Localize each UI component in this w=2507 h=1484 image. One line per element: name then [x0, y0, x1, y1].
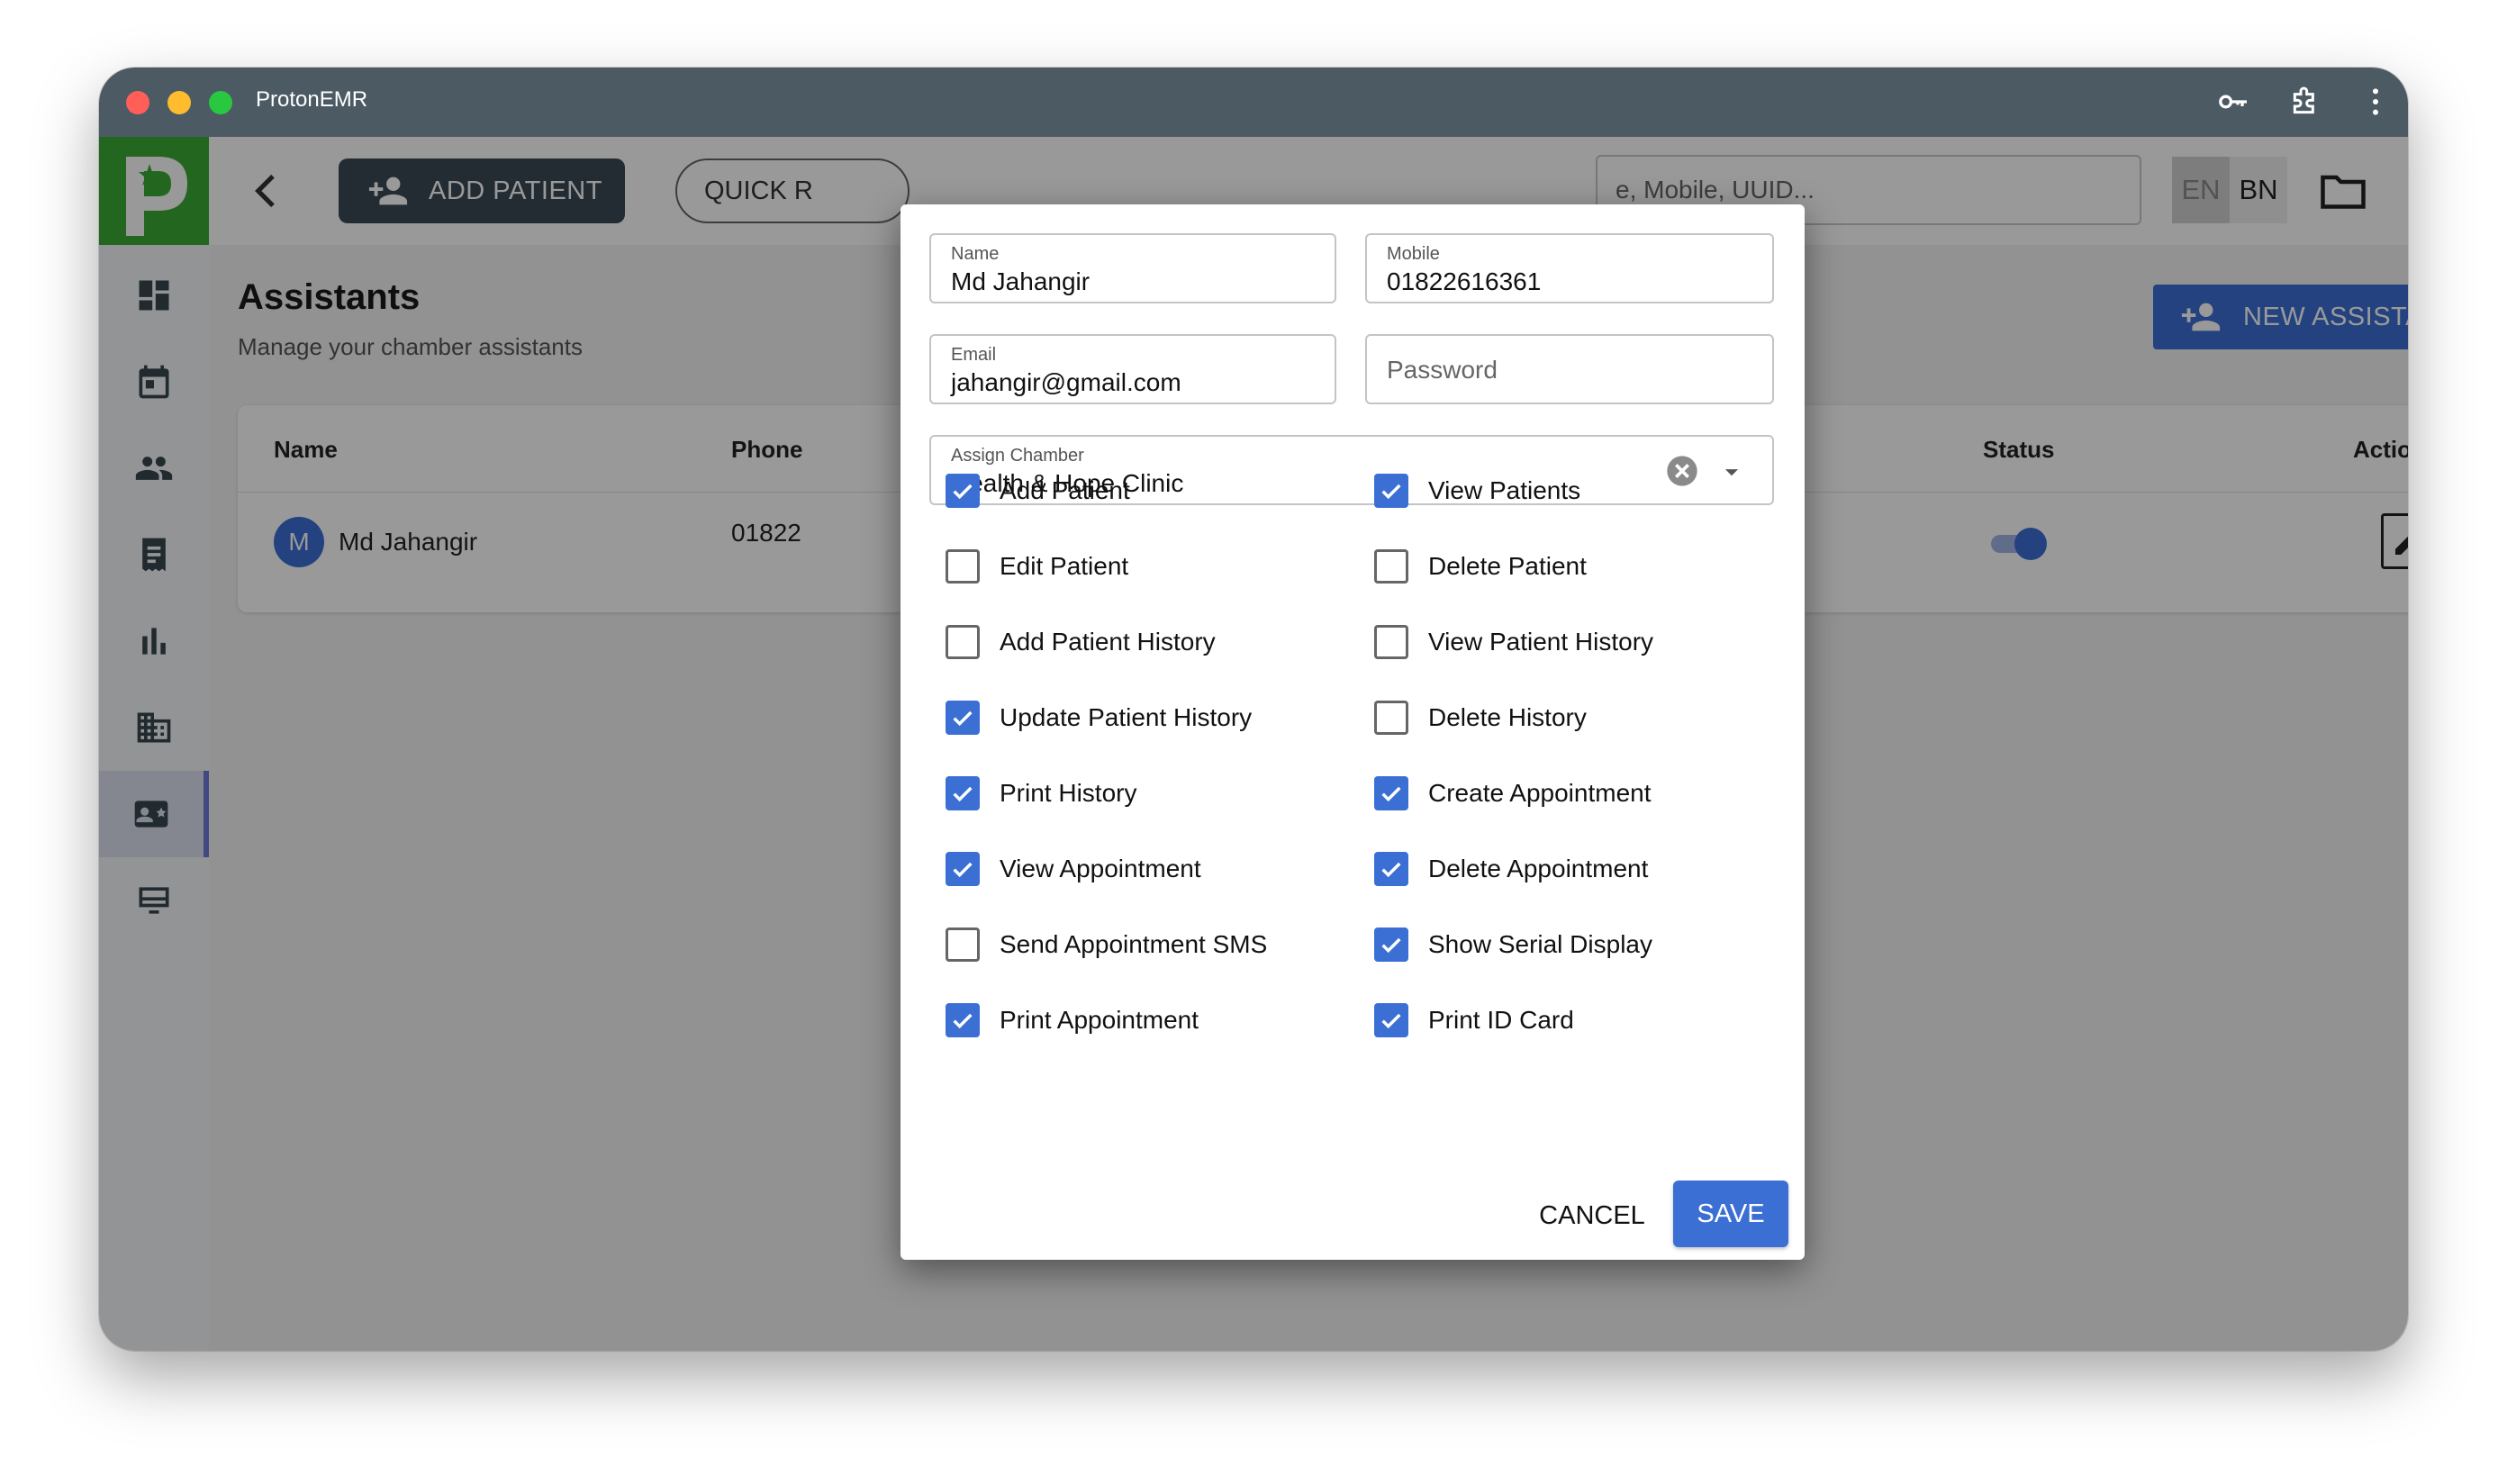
assistant-dialog: Name Md Jahangir Mobile 01822616361 Emai… — [901, 204, 1805, 1260]
name-field[interactable]: Name Md Jahangir — [929, 233, 1336, 303]
permission-label: Print History — [1000, 779, 1137, 807]
permission-label: Delete Appointment — [1428, 855, 1649, 882]
permission-label: View Patient History — [1428, 628, 1654, 656]
permission-checkbox[interactable]: Print History — [946, 772, 1136, 815]
key-icon[interactable] — [2215, 84, 2251, 120]
checkbox-checked-icon[interactable] — [946, 701, 980, 735]
permission-checkbox[interactable]: Print ID Card — [1374, 999, 1574, 1042]
permission-label: Send Appointment SMS — [1000, 930, 1268, 958]
permission-checkbox[interactable]: View Appointment — [946, 847, 1201, 891]
app-window: ProtonEMR ADD PATIENT QUICK R e, Mobile,… — [99, 68, 2408, 1351]
cancel-button[interactable]: CANCEL — [1531, 1184, 1653, 1247]
permission-label: Add Patient — [1000, 476, 1130, 504]
permission-checkbox[interactable]: View Patient History — [1374, 620, 1653, 664]
permission-label: Add Patient History — [1000, 628, 1216, 656]
password-placeholder: Password — [1387, 356, 1498, 384]
chamber-label: Assign Chamber — [951, 446, 1084, 466]
checkbox-unchecked-icon[interactable] — [1374, 625, 1408, 659]
save-button[interactable]: SAVE — [1673, 1181, 1788, 1247]
clear-icon[interactable] — [1664, 453, 1700, 489]
permission-checkbox[interactable]: Create Appointment — [1374, 772, 1652, 815]
checkbox-unchecked-icon[interactable] — [946, 928, 980, 962]
permission-label: View Appointment — [1000, 855, 1201, 882]
checkbox-unchecked-icon[interactable] — [1374, 549, 1408, 584]
dropdown-arrow-icon[interactable] — [1716, 457, 1747, 487]
permission-checkbox[interactable]: Delete History — [1374, 696, 1587, 739]
permission-label: Create Appointment — [1428, 779, 1652, 807]
title-bar: ProtonEMR — [99, 68, 2408, 137]
checkbox-unchecked-icon[interactable] — [946, 549, 980, 584]
permission-checkbox[interactable]: Update Patient History — [946, 696, 1252, 739]
checkbox-checked-icon[interactable] — [1374, 852, 1408, 886]
window-title: ProtonEMR — [256, 87, 368, 112]
permission-checkbox[interactable]: Add Patient History — [946, 620, 1216, 664]
permission-checkbox[interactable]: Send Appointment SMS — [946, 923, 1267, 966]
more-vert-icon[interactable] — [2358, 84, 2394, 120]
checkbox-checked-icon[interactable] — [1374, 474, 1408, 508]
permission-label: Delete Patient — [1428, 552, 1587, 580]
checkbox-checked-icon[interactable] — [946, 852, 980, 886]
mobile-field[interactable]: Mobile 01822616361 — [1365, 233, 1774, 303]
permission-label: Edit Patient — [1000, 552, 1129, 580]
email-label: Email — [951, 345, 997, 365]
extension-icon[interactable] — [2287, 84, 2323, 120]
checkbox-checked-icon[interactable] — [946, 776, 980, 810]
permission-checkbox[interactable]: Add Patient — [946, 469, 1130, 512]
permission-label: Show Serial Display — [1428, 930, 1652, 958]
permission-label: Print ID Card — [1428, 1006, 1574, 1034]
permission-label: View Patients — [1428, 476, 1581, 504]
checkbox-checked-icon[interactable] — [946, 1003, 980, 1037]
zoom-window-button[interactable] — [209, 91, 232, 114]
password-field[interactable]: Password — [1365, 334, 1774, 404]
permission-checkbox[interactable]: Edit Patient — [946, 545, 1128, 588]
checkbox-checked-icon[interactable] — [1374, 1003, 1408, 1037]
name-label: Name — [951, 244, 1000, 264]
minimize-window-button[interactable] — [167, 91, 191, 114]
close-window-button[interactable] — [126, 91, 149, 114]
checkbox-checked-icon[interactable] — [1374, 928, 1408, 962]
permission-checkbox[interactable]: Print Appointment — [946, 999, 1199, 1042]
mobile-value: 01822616361 — [1387, 267, 1542, 295]
checkbox-unchecked-icon[interactable] — [1374, 701, 1408, 735]
permission-checkbox[interactable]: View Patients — [1374, 469, 1580, 512]
permission-label: Update Patient History — [1000, 703, 1253, 731]
checkbox-checked-icon[interactable] — [1374, 776, 1408, 810]
permission-label: Delete History — [1428, 703, 1587, 731]
email-field[interactable]: Email jahangir@gmail.com — [929, 334, 1336, 404]
permission-label: Print Appointment — [1000, 1006, 1199, 1034]
permission-checkbox[interactable]: Show Serial Display — [1374, 923, 1652, 966]
checkbox-unchecked-icon[interactable] — [946, 625, 980, 659]
name-value: Md Jahangir — [951, 267, 1091, 295]
permission-checkbox[interactable]: Delete Appointment — [1374, 847, 1648, 891]
email-value: jahangir@gmail.com — [951, 368, 1181, 396]
mobile-label: Mobile — [1387, 244, 1440, 264]
permission-checkbox[interactable]: Delete Patient — [1374, 545, 1587, 588]
checkbox-checked-icon[interactable] — [946, 474, 980, 508]
